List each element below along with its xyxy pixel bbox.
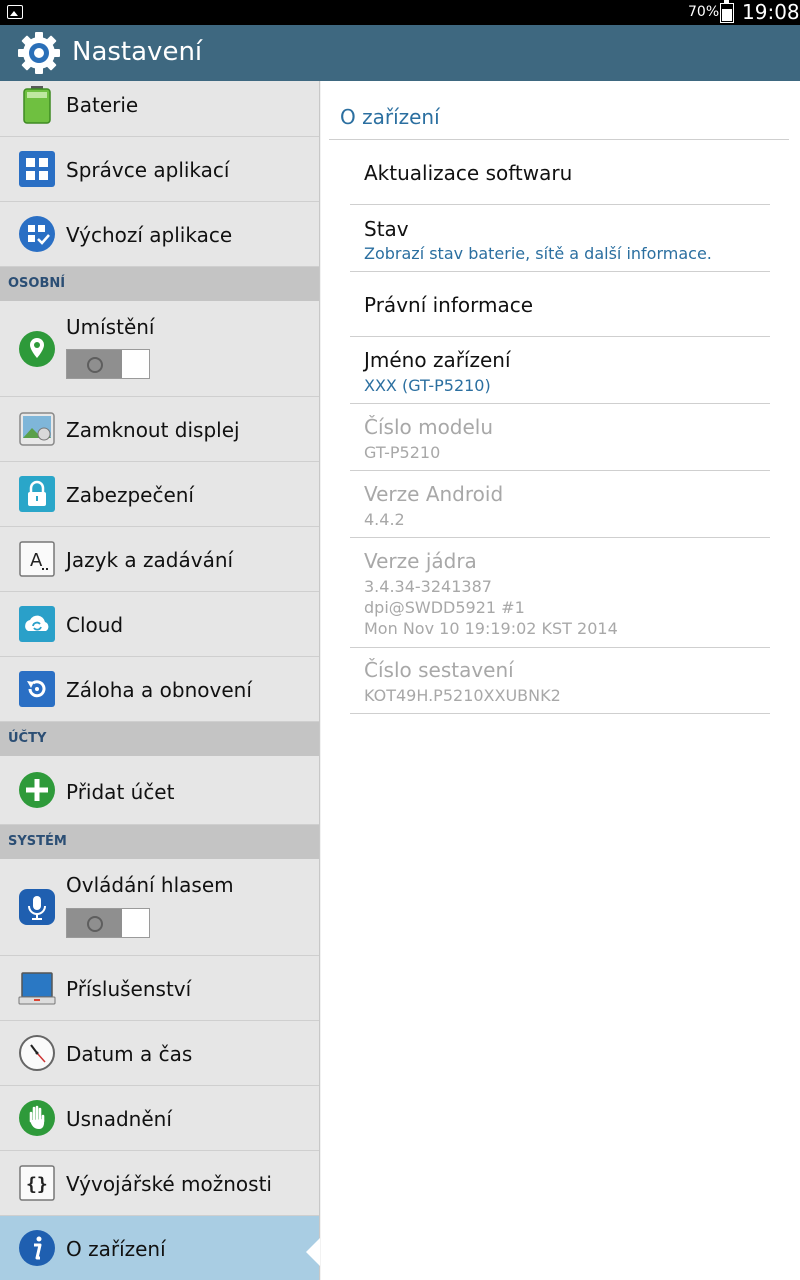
section-header-label: SYSTÉM [8,834,67,849]
app-title: Nastavení [72,37,203,67]
section-header-personal: OSOBNÍ [0,267,319,301]
item-title: Právní informace [364,293,534,317]
backup-restore-icon [19,671,55,707]
item-title: Verze Android [364,482,504,506]
sidebar-item-application-manager[interactable]: Správce aplikací [0,137,319,202]
sidebar-item-cloud[interactable]: Cloud [0,592,319,657]
android-version-item: Verze Android 4.4.2 [350,471,770,538]
default-apps-icon [19,216,55,252]
svg-text:{}: {} [26,1174,48,1195]
sidebar-item-voice-control[interactable]: Ovládání hlasem [0,859,319,956]
info-icon [19,1230,55,1266]
item-summary: GT-P5210 [364,443,441,462]
sidebar-item-label: Zabezpečení [66,483,194,507]
image-notification-icon [7,5,23,19]
item-summary: 4.4.2 [364,510,405,529]
section-header-accounts: ÚČTY [0,722,319,756]
sidebar-item-label: Cloud [66,613,124,637]
sidebar-item-security[interactable]: Zabezpečení [0,462,319,527]
battery-percent: 70% [688,4,720,20]
section-header-system: SYSTÉM [0,825,319,859]
cloud-icon [19,606,55,642]
settings-gear-icon[interactable] [16,30,62,76]
language-keyboard-icon: A [19,541,55,577]
item-summary-line: dpi@SWDD5921 #1 [364,598,525,617]
model-number-item: Číslo modelu GT-P5210 [350,404,770,471]
item-title: Verze jádra [364,549,477,573]
sidebar-item-language-input[interactable]: A Jazyk a zadávání [0,527,319,592]
location-pin-icon [19,331,55,367]
battery-icon [23,86,51,124]
sidebar-item-location[interactable]: Umístění [0,301,319,397]
sidebar-item-label: Jazyk a zadávání [66,548,234,572]
item-summary-line: 3.4.34-3241387 [364,577,492,596]
sidebar-item-add-account[interactable]: Přidat účet [0,756,319,825]
sidebar-item-label: Správce aplikací [66,158,230,182]
sidebar-item-label: Příslušenství [66,977,192,1001]
section-header-label: OSOBNÍ [8,276,66,291]
location-toggle[interactable] [66,349,150,379]
sidebar-item-label: Záloha a obnovení [66,678,252,702]
lock-screen-icon [19,412,55,446]
add-plus-icon [19,772,55,808]
sidebar-item-label: Baterie [66,93,139,117]
developer-braces-icon: {} [19,1165,55,1201]
sidebar-item-default-apps[interactable]: Výchozí aplikace [0,202,319,267]
item-summary: KOT49H.P5210XXUBNK2 [364,686,561,705]
hand-accessibility-icon [19,1100,55,1136]
sidebar-item-date-time[interactable]: Datum a čas [0,1021,319,1086]
sidebar-item-label: Datum a čas [66,1042,193,1066]
sidebar-item-lock-screen[interactable]: Zamknout displej [0,397,319,462]
item-title: Číslo sestavení [364,658,514,682]
selection-pointer [306,1238,320,1266]
sidebar-item-label: O zařízení [66,1237,166,1261]
device-name-item[interactable]: Jméno zařízení XXX (GT-P5210) [350,337,770,404]
item-title: Stav [364,217,409,241]
sidebar-item-backup-reset[interactable]: Záloha a obnovení [0,657,319,722]
item-summary-line: Mon Nov 10 19:19:02 KST 2014 [364,619,618,638]
sidebar-item-accessibility[interactable]: Usnadnění [0,1086,319,1151]
panel-title: O zařízení [340,105,440,129]
status-bar: 70% 19:08 [0,0,800,25]
item-summary: Zobrazí stav baterie, sítě a další infor… [364,244,712,263]
sidebar-item-label: Přidat účet [66,780,175,804]
item-title: Číslo modelu [364,415,494,439]
build-number-item: Číslo sestavení KOT49H.P5210XXUBNK2 [350,648,770,714]
section-header-label: ÚČTY [8,731,47,746]
action-bar: Nastavení [0,25,800,81]
sidebar-item-about-device[interactable]: O zařízení [0,1216,319,1280]
settings-category-list[interactable]: Baterie Správce aplikací Výchozí aplikac… [0,81,320,1280]
clock-icon [19,1035,55,1071]
item-title: Aktualizace softwaru [364,161,573,185]
app-grid-icon [19,151,55,187]
sidebar-item-accessories[interactable]: Příslušenství [0,956,319,1021]
item-summary: XXX (GT-P5210) [364,376,491,395]
microphone-icon [19,889,55,925]
clock: 19:08 [742,0,800,24]
legal-info-item[interactable]: Právní informace [350,272,770,337]
about-device-panel: O zařízení Aktualizace softwaru Stav Zob… [321,81,800,1280]
software-update-item[interactable]: Aktualizace softwaru [350,140,770,205]
sidebar-item-label: Ovládání hlasem [66,873,234,897]
item-title: Jméno zařízení [364,348,511,372]
svg-text:A: A [30,550,43,571]
voice-control-toggle[interactable] [66,908,150,938]
sidebar-item-developer-options[interactable]: {} Vývojářské možnosti [0,1151,319,1216]
sidebar-item-label: Vývojářské možnosti [66,1172,272,1196]
dock-accessory-icon [18,972,56,1005]
status-item[interactable]: Stav Zobrazí stav baterie, sítě a další … [350,205,770,272]
kernel-version-item: Verze jádra 3.4.34-3241387 dpi@SWDD5921 … [350,538,770,648]
battery-icon [720,0,734,23]
sidebar-item-battery[interactable]: Baterie [0,81,319,137]
padlock-icon [19,476,55,512]
sidebar-item-label: Zamknout displej [66,418,240,442]
sidebar-item-label: Umístění [66,315,155,339]
sidebar-item-label: Usnadnění [66,1107,172,1131]
sidebar-item-label: Výchozí aplikace [66,223,233,247]
